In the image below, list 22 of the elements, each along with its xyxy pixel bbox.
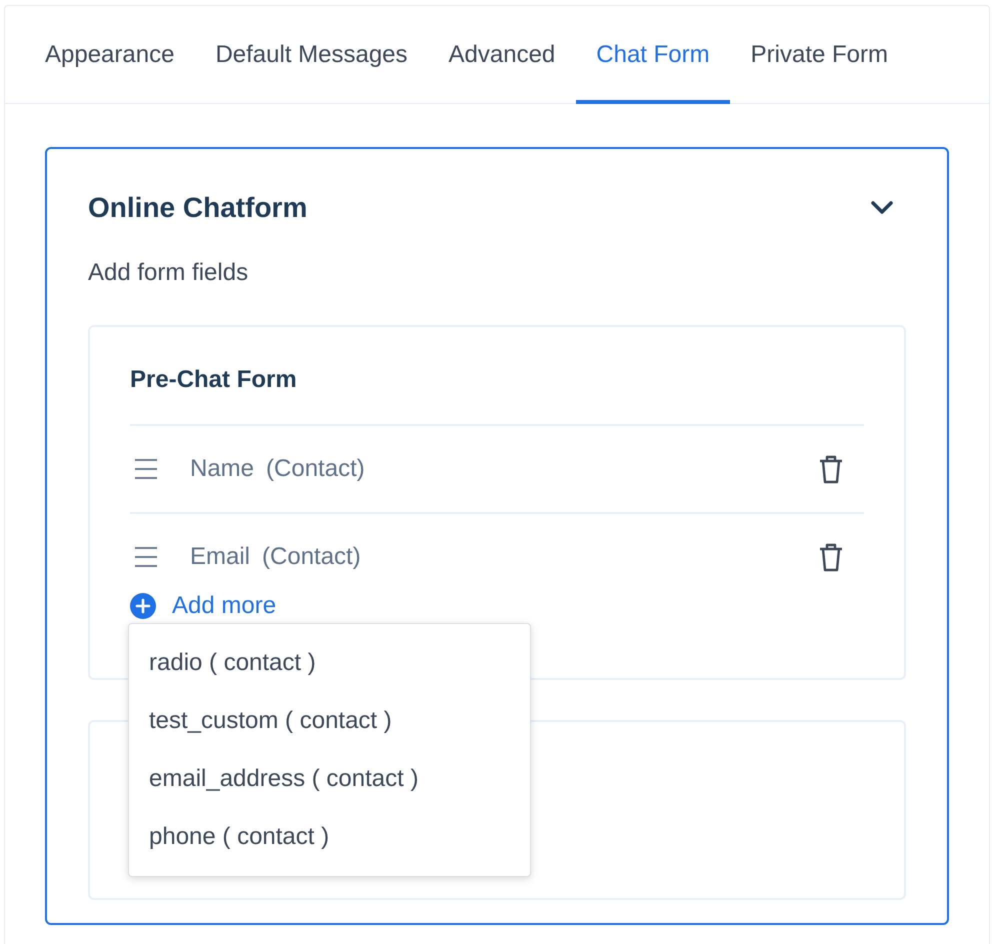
tab[interactable]: Chat Form: [576, 6, 730, 104]
menu-item[interactable]: phone ( contact ): [129, 808, 530, 866]
chevron-icon[interactable]: [870, 200, 894, 216]
tab[interactable]: Private Form: [750, 6, 888, 104]
drag-handle-icon[interactable]: [134, 458, 158, 480]
field-label: Name: [190, 454, 254, 484]
trash-icon[interactable]: [818, 454, 844, 484]
trash-icon[interactable]: [818, 542, 844, 572]
tab[interactable]: Advanced: [448, 6, 556, 104]
field-source: (Contact): [266, 454, 365, 484]
menu-item[interactable]: test_custom ( contact ): [129, 692, 530, 750]
menu-item[interactable]: radio ( contact ): [129, 634, 530, 692]
form-title: Pre-Chat Form: [130, 365, 298, 395]
plus-circle-icon: [130, 593, 156, 619]
drag-handle-icon[interactable]: [134, 546, 158, 568]
menu-item[interactable]: email_address ( contact ): [129, 750, 530, 808]
card-subtitle: Add form fields: [88, 258, 250, 288]
card-title: Online Chatform: [88, 191, 308, 225]
field-label: Email: [190, 542, 250, 572]
tab[interactable]: Appearance: [45, 6, 174, 104]
tab[interactable]: Default Messages: [215, 6, 408, 104]
field-source: (Contact): [262, 542, 361, 572]
